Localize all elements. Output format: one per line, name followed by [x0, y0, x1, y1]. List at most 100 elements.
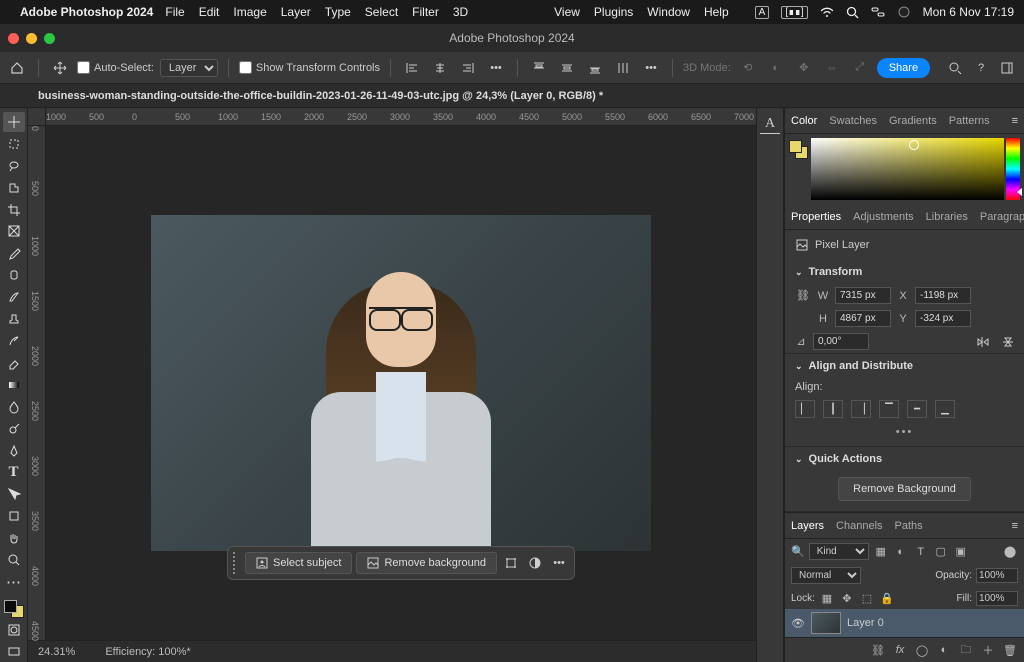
filter-toggle-icon[interactable]: ⬤ — [1002, 544, 1018, 560]
tab-paths[interactable]: Paths — [895, 520, 923, 532]
move-tool-icon[interactable] — [49, 57, 71, 79]
menu-window[interactable]: Window — [647, 5, 690, 19]
transform-section-header[interactable]: ⌄Transform — [785, 260, 1024, 284]
zoom-tool[interactable] — [3, 550, 25, 570]
y-input[interactable] — [915, 310, 971, 327]
layer-name[interactable]: Layer 0 — [847, 617, 884, 629]
menu-plugins[interactable]: Plugins — [594, 5, 633, 19]
help-icon[interactable]: ? — [970, 57, 992, 79]
menu-image[interactable]: Image — [233, 5, 266, 19]
window-zoom-button[interactable] — [44, 33, 55, 44]
menu-file[interactable]: File — [165, 5, 184, 19]
frame-tool[interactable] — [3, 222, 25, 242]
tab-libraries[interactable]: Libraries — [926, 211, 968, 223]
zoom-level[interactable]: 24.31% — [38, 646, 75, 658]
gradient-tool[interactable] — [3, 375, 25, 395]
menu-help[interactable]: Help — [704, 5, 729, 19]
workspace-icon[interactable] — [996, 57, 1018, 79]
align-center-h-button[interactable]: ┃ — [823, 400, 843, 418]
tab-channels[interactable]: Channels — [836, 520, 882, 532]
align-center-v-button[interactable]: ━ — [907, 400, 927, 418]
fill-input[interactable] — [976, 591, 1018, 606]
link-dimensions-icon[interactable]: ⛓ — [795, 289, 811, 302]
filter-pixel-icon[interactable]: ▦ — [873, 544, 889, 560]
filter-shape-icon[interactable]: ▢ — [933, 544, 949, 560]
efficiency-status[interactable]: Efficiency: 100%* — [105, 646, 190, 658]
quick-mask-icon[interactable] — [3, 620, 25, 640]
artboard-tool[interactable] — [3, 134, 25, 154]
search-panel-icon[interactable] — [944, 57, 966, 79]
app-name[interactable]: Adobe Photoshop 2024 — [20, 5, 153, 19]
tab-color[interactable]: Color — [791, 115, 817, 127]
adjustment-icon[interactable] — [525, 553, 545, 573]
filter-smart-icon[interactable]: ▣ — [953, 544, 969, 560]
lasso-tool[interactable] — [3, 156, 25, 176]
history-brush-tool[interactable] — [3, 331, 25, 351]
wifi-icon[interactable] — [820, 6, 834, 18]
color-picker[interactable] — [785, 134, 1024, 204]
clock[interactable]: Mon 6 Nov 17:19 — [923, 5, 1014, 19]
canvas-viewport[interactable]: Select subject Remove background ••• — [46, 126, 756, 640]
healing-tool[interactable] — [3, 265, 25, 285]
lock-all-icon[interactable]: 🔒 — [879, 590, 895, 606]
more-icon[interactable]: ••• — [549, 553, 569, 573]
hand-tool[interactable] — [3, 528, 25, 548]
align-right-button[interactable]: ▕ — [851, 400, 871, 418]
transform-icon[interactable] — [501, 553, 521, 573]
document-image[interactable] — [151, 215, 651, 551]
menu-type[interactable]: Type — [325, 5, 351, 19]
ruler-horizontal[interactable]: 1000500050010001500200025003000350040004… — [28, 108, 756, 126]
color-field[interactable] — [811, 138, 1004, 200]
tab-properties[interactable]: Properties — [791, 211, 841, 223]
type-tool[interactable]: T — [3, 463, 25, 483]
quick-action-remove-bg[interactable]: Remove Background — [838, 477, 971, 501]
stamp-tool[interactable] — [3, 309, 25, 329]
align-left-icon[interactable] — [401, 57, 423, 79]
screen-mode-icon[interactable] — [3, 642, 25, 662]
color-swatches[interactable] — [4, 600, 24, 618]
dodge-tool[interactable] — [3, 419, 25, 439]
auto-select-target[interactable]: Layer — [160, 59, 218, 77]
distribute-spacing-icon[interactable] — [612, 57, 634, 79]
blur-tool[interactable] — [3, 397, 25, 417]
remove-background-button[interactable]: Remove background — [356, 552, 497, 574]
lock-position-icon[interactable]: ✥ — [839, 590, 855, 606]
siri-icon[interactable] — [897, 5, 911, 19]
auto-select-checkbox[interactable]: Auto-Select: — [77, 61, 154, 74]
filter-type-icon[interactable]: T — [913, 544, 929, 560]
distribute-bottom-icon[interactable] — [584, 57, 606, 79]
character-panel-icon[interactable]: A — [760, 114, 780, 134]
panel-menu-icon[interactable]: ≡ — [1012, 520, 1018, 532]
opacity-input[interactable] — [976, 568, 1018, 583]
filter-search-icon[interactable]: 🔍 — [791, 545, 805, 558]
keyboard-indicator[interactable]: A — [755, 6, 770, 19]
layer-thumbnail[interactable] — [811, 612, 841, 634]
distribute-center-v-icon[interactable] — [556, 57, 578, 79]
menu-filter[interactable]: Filter — [412, 5, 439, 19]
align-center-h-icon[interactable] — [429, 57, 451, 79]
section-more-icon[interactable]: ••• — [785, 422, 1024, 446]
show-transform-checkbox[interactable]: Show Transform Controls — [239, 61, 380, 74]
home-icon[interactable] — [6, 57, 28, 79]
menu-edit[interactable]: Edit — [199, 5, 220, 19]
angle-input[interactable] — [813, 333, 869, 350]
align-right-icon[interactable] — [457, 57, 479, 79]
tab-patterns[interactable]: Patterns — [949, 115, 990, 127]
quick-actions-header[interactable]: ⌄Quick Actions — [785, 447, 1024, 471]
window-minimize-button[interactable] — [26, 33, 37, 44]
layer-mask-icon[interactable]: ◯ — [914, 642, 930, 658]
ruler-vertical[interactable]: 050010001500200025003000350040004500 — [28, 126, 46, 640]
battery-indicator[interactable]: [∎∎] — [781, 6, 807, 19]
align-section-header[interactable]: ⌄Align and Distribute — [785, 354, 1024, 378]
window-close-button[interactable] — [8, 33, 19, 44]
document-tab[interactable]: business-woman-standing-outside-the-offi… — [28, 90, 613, 102]
tab-layers[interactable]: Layers — [791, 520, 824, 532]
share-button[interactable]: Share — [877, 58, 930, 78]
lock-artboard-icon[interactable]: ⬚ — [859, 590, 875, 606]
crop-tool[interactable] — [3, 200, 25, 220]
overflow-icon-2[interactable]: ••• — [640, 57, 662, 79]
flip-vertical-icon[interactable] — [1002, 335, 1014, 349]
pen-tool[interactable] — [3, 441, 25, 461]
menu-select[interactable]: Select — [365, 5, 398, 19]
move-tool[interactable] — [3, 112, 25, 132]
